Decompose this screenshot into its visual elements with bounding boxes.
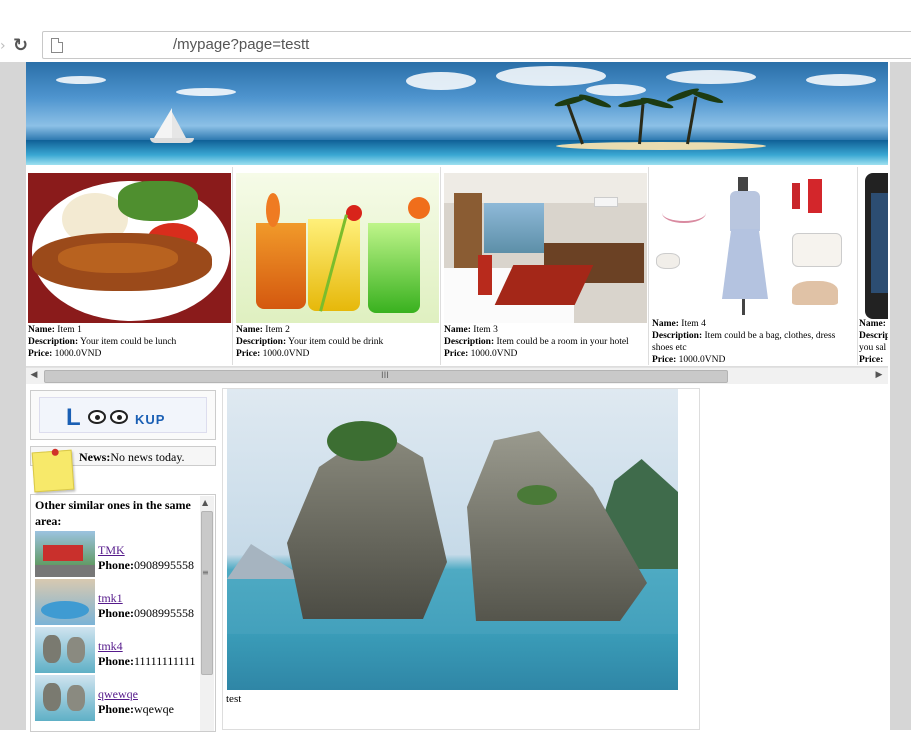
sticky-note-icon xyxy=(31,448,75,493)
scroll-thumb[interactable]: III xyxy=(44,370,728,383)
browser-chrome: › ↻ /mypage?page=testt xyxy=(0,0,911,62)
header-banner xyxy=(26,62,888,165)
scroll-thumb[interactable] xyxy=(201,511,213,675)
list-item[interactable]: tmk4 Phone:11111111111 xyxy=(35,627,205,673)
item-image-fashion[interactable] xyxy=(652,173,855,319)
item-meta: Name: Item 2 Description: Your item coul… xyxy=(236,325,384,359)
main-content: test xyxy=(222,388,700,730)
similar-title: Other similar ones in the same area: xyxy=(35,498,191,528)
list-item[interactable]: TMK Phone:0908995558 xyxy=(35,531,205,577)
item-card[interactable]: Name: Item 3 Description: Item could be … xyxy=(442,167,649,365)
logo[interactable]: L KUP xyxy=(39,397,207,433)
image-caption: test xyxy=(226,693,242,705)
viewport: Name: Item 1 Description: Your item coul… xyxy=(0,62,911,732)
eye-icon xyxy=(88,410,106,424)
list-item-link[interactable]: tmk4 xyxy=(98,639,123,654)
list-item[interactable]: qwewqe Phone:wqewqe xyxy=(35,675,205,721)
back-arrow-icon[interactable]: › xyxy=(0,38,6,54)
item-meta: Name: Item 4 Description: Item could be … xyxy=(652,319,836,365)
horizontal-scrollbar[interactable]: ◀ III ▶ xyxy=(26,367,888,384)
items-strip: Name: Item 1 Description: Your item coul… xyxy=(26,165,888,367)
address-bar[interactable]: /mypage?page=testt xyxy=(42,31,911,59)
main-image[interactable] xyxy=(227,389,678,690)
url-text[interactable]: /mypage?page=testt xyxy=(173,36,309,53)
list-item[interactable]: tmk1 Phone:0908995558 xyxy=(35,579,205,625)
news-text: No news today. xyxy=(110,450,185,464)
logo-box[interactable]: L KUP xyxy=(30,390,216,440)
list-item-thumb[interactable] xyxy=(35,627,95,673)
news-box: News:No news today. xyxy=(30,446,216,493)
item-image-food[interactable] xyxy=(28,173,231,323)
list-item-link[interactable]: tmk1 xyxy=(98,591,123,606)
reload-icon[interactable]: ↻ xyxy=(13,35,35,56)
item-meta: Name: Item 3 Description: Item could be … xyxy=(444,325,629,359)
similar-list: Other similar ones in the same area: TMK… xyxy=(30,494,216,732)
vertical-scrollbar[interactable]: ▲ ≡ xyxy=(200,496,214,731)
scroll-right-icon[interactable]: ▶ xyxy=(872,370,886,383)
grip-icon: ≡ xyxy=(202,568,209,577)
item-meta: Name: Descrip you sal Price: xyxy=(859,319,888,365)
item-card[interactable]: Name: Descrip you sal Price: xyxy=(859,167,888,365)
item-card[interactable]: Name: Item 2 Description: Your item coul… xyxy=(234,167,441,365)
sidebar: L KUP News:No news today. Other similar … xyxy=(30,388,216,732)
list-item-link[interactable]: qwewqe xyxy=(98,687,138,702)
grip-icon: III xyxy=(381,371,389,381)
list-item-thumb[interactable] xyxy=(35,531,95,577)
page: Name: Item 1 Description: Your item coul… xyxy=(26,62,890,732)
pin-icon xyxy=(51,448,59,457)
item-image-room[interactable] xyxy=(444,173,647,323)
news-label: News: xyxy=(79,450,111,464)
item-card[interactable]: Name: Item 4 Description: Item could be … xyxy=(650,167,858,365)
page-icon xyxy=(51,38,63,53)
list-item-link[interactable]: TMK xyxy=(98,543,125,558)
item-image-drink[interactable] xyxy=(236,173,439,323)
scroll-left-icon[interactable]: ◀ xyxy=(27,370,41,383)
item-card[interactable]: Name: Item 1 Description: Your item coul… xyxy=(26,167,233,365)
eye-icon xyxy=(110,410,128,424)
scroll-up-icon[interactable]: ▲ xyxy=(202,498,208,507)
item-meta: Name: Item 1 Description: Your item coul… xyxy=(28,325,177,359)
sailboat-icon xyxy=(154,108,172,138)
item-image-phone[interactable] xyxy=(863,173,888,319)
list-item-thumb[interactable] xyxy=(35,675,95,721)
list-item-thumb[interactable] xyxy=(35,579,95,625)
